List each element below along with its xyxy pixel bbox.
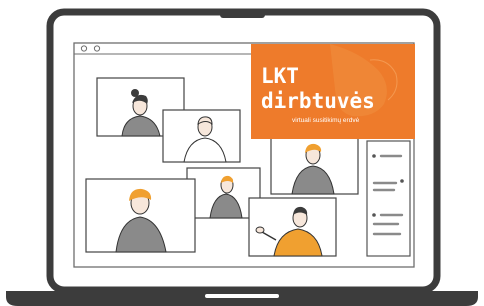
participant-tile[interactable] [85, 178, 196, 253]
list-item-icon[interactable] [372, 213, 376, 217]
laptop-video-call-illustration: LKT dirbtuvės virtuali susitikimų erdvė [6, 8, 478, 306]
list-item-icon[interactable] [372, 154, 376, 158]
banner-subtitle: virtuali susitikimų erdvė [292, 117, 360, 124]
participant-tile[interactable] [270, 137, 359, 195]
laptop-camera-notch [220, 12, 265, 18]
banner-title-line1: LKT [261, 64, 299, 88]
list-item-icon[interactable] [400, 179, 404, 183]
participant-tile[interactable] [162, 109, 241, 163]
laptop-trackpad-slot [205, 294, 279, 298]
participants-sidebar [366, 140, 411, 257]
participant-tile[interactable] [248, 197, 337, 257]
banner-title-line2: dirbtuvės [261, 89, 375, 113]
laptop-base [6, 291, 478, 306]
